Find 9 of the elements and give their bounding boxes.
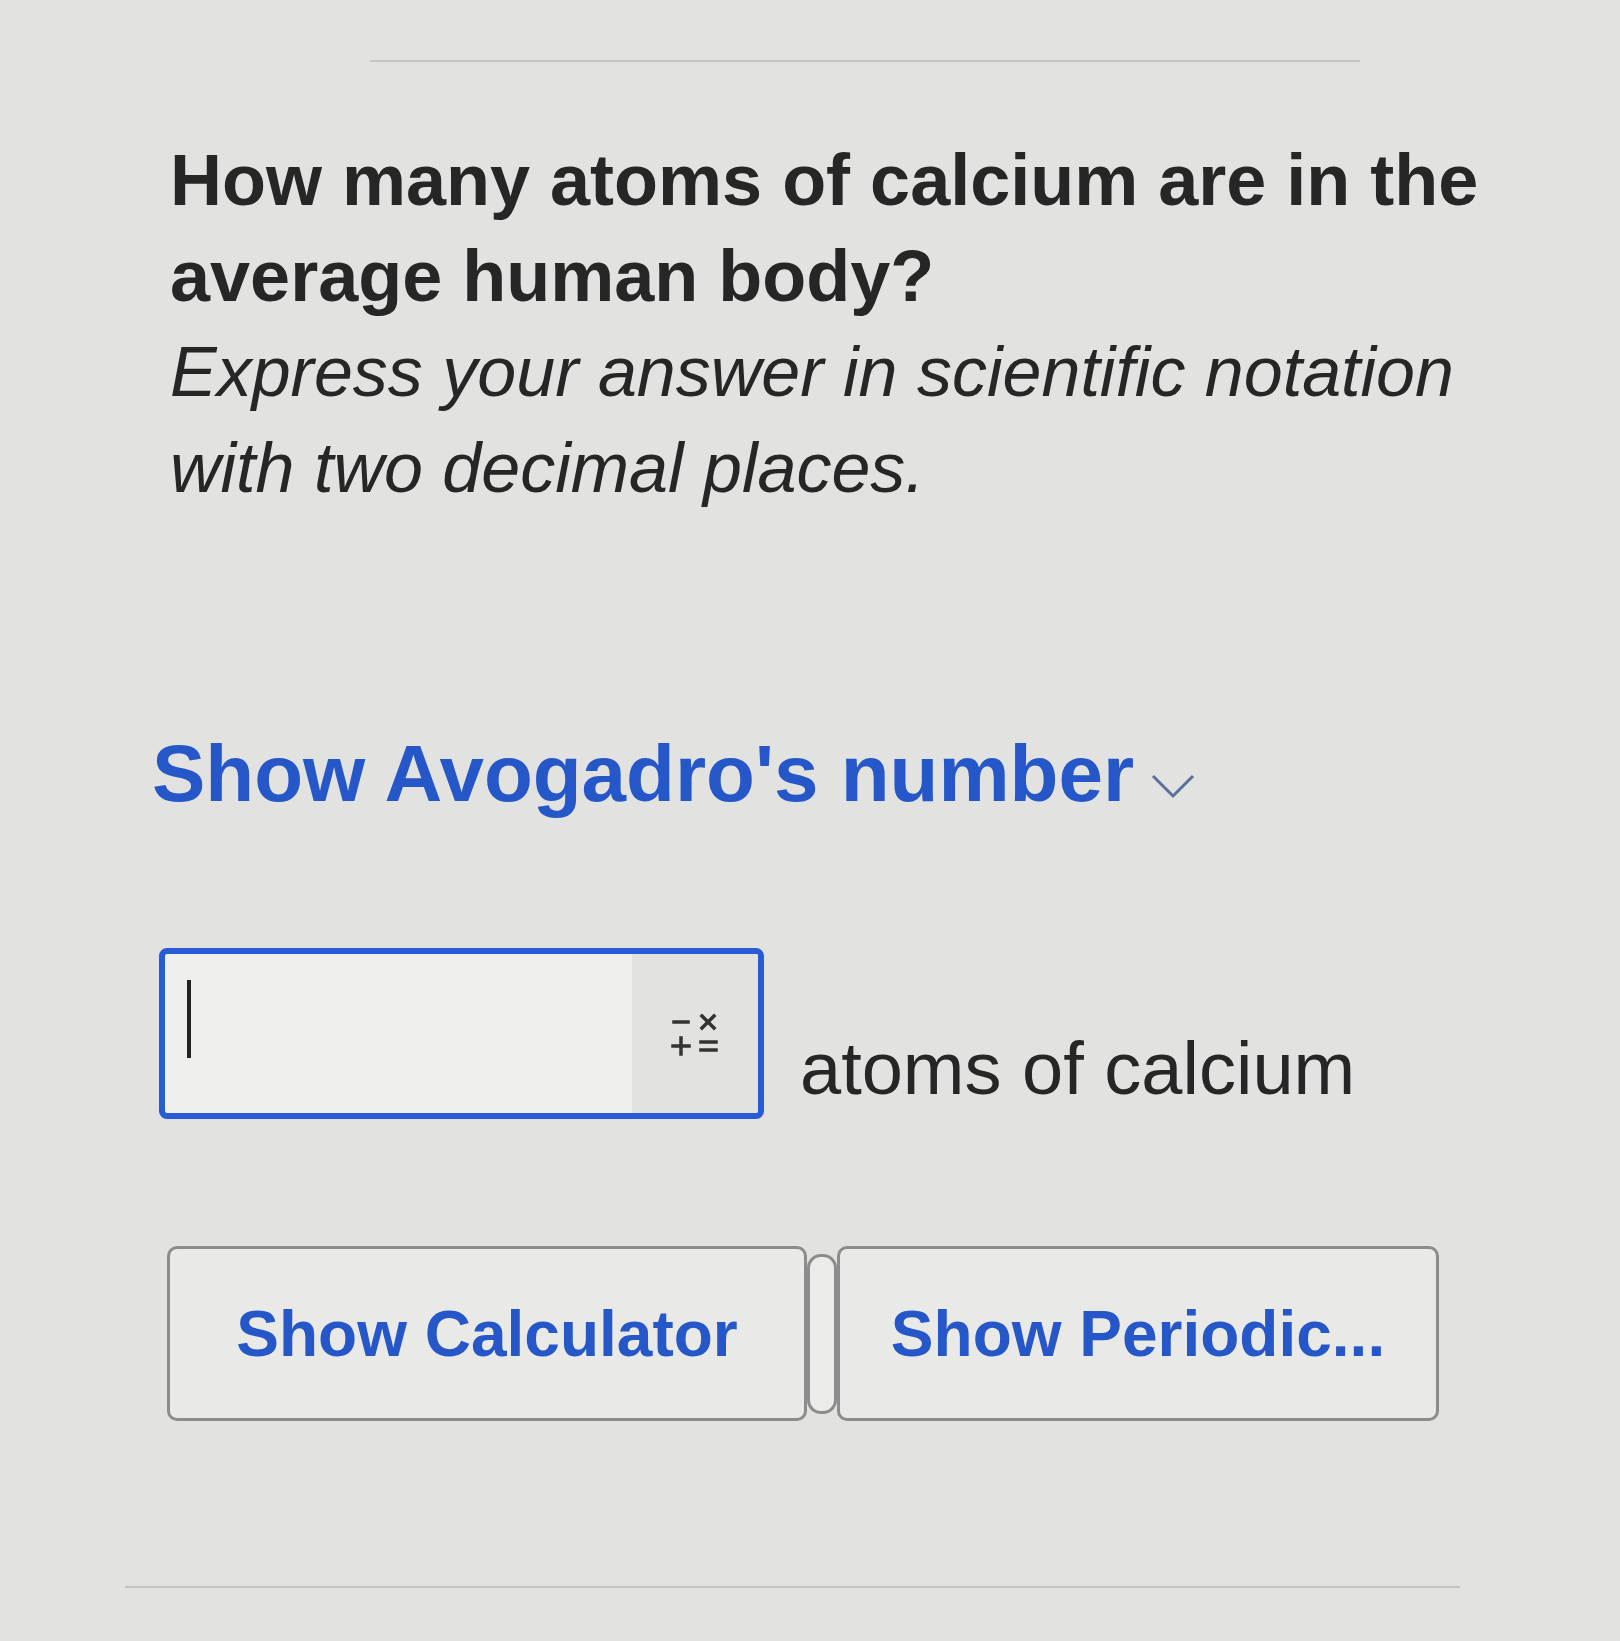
toolbar-button[interactable]: Show Calculator — [167, 1246, 807, 1421]
instruction-text: Express your answer in scientific notation with two decimal places. — [170, 332, 1455, 509]
text-cursor-icon — [187, 980, 191, 1058]
toolbar-button[interactable]: Show Periodic... — [837, 1246, 1439, 1421]
answer-input[interactable] — [159, 948, 764, 1119]
show-avogadro-toggle[interactable]: Show Avogadro's number — [152, 726, 1135, 822]
math-operators-button[interactable] — [632, 954, 758, 1113]
question-text: How many atoms of calcium are in the average human body? — [170, 139, 1480, 318]
unit-label: atoms of calcium — [800, 1026, 1356, 1112]
